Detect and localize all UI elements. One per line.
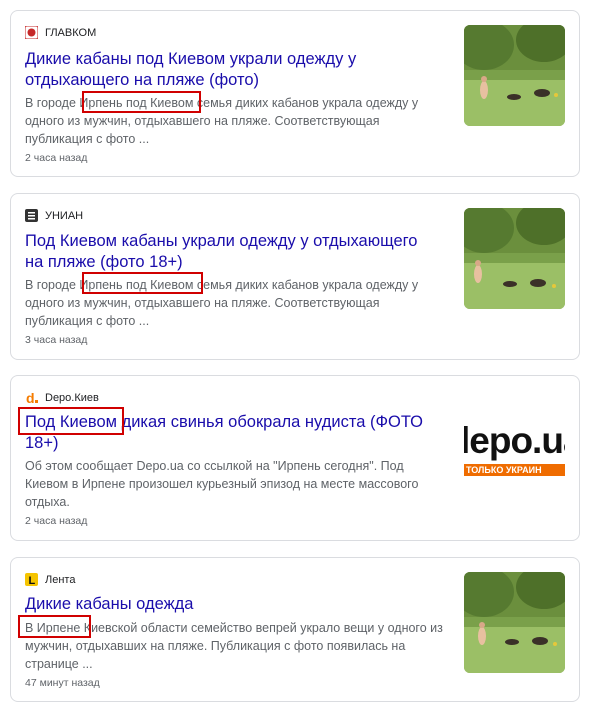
glavkom-logo-icon: [24, 25, 39, 40]
depo-logo-tagline: ТОЛЬКО УКРАИН: [464, 464, 565, 476]
boar-photo-thumbnail[interactable]: [464, 572, 565, 673]
timestamp: 3 часа назад: [25, 334, 88, 346]
unian-logo-icon: [25, 209, 38, 222]
article-snippet: В городе Ирпень под Киевом семья диких к…: [25, 96, 419, 146]
depo-logo-icon: d: [25, 390, 38, 406]
source-row: L Лента: [25, 573, 75, 587]
article-title[interactable]: Дикие кабаны одежда: [25, 594, 440, 615]
source-name[interactable]: Depo.Киев: [45, 392, 99, 404]
timestamp: 2 часа назад: [25, 515, 88, 527]
source-name[interactable]: ГЛАВКОМ: [45, 27, 96, 39]
article-snippet: Об этом сообщает Depo.ua со ссылкой на "…: [25, 459, 419, 509]
depo-logo-text: lepo.ua: [464, 420, 565, 461]
source-row: УНИАН: [25, 209, 83, 222]
news-card[interactable]: L Лента Дикие кабаны одежда В Ирпене Кие…: [10, 557, 580, 702]
depo-logo-thumbnail[interactable]: lepo.ua ТОЛЬКО УКРАИН: [464, 390, 565, 491]
source-name[interactable]: УНИАН: [45, 210, 83, 222]
source-name[interactable]: Лента: [45, 574, 75, 586]
news-card[interactable]: d Depo.Киев Под Киевом дикая свинья обок…: [10, 375, 580, 541]
article-title[interactable]: Под Киевом кабаны украли одежду у отдыха…: [25, 231, 440, 273]
svg-text:L: L: [29, 575, 36, 586]
article-title[interactable]: Дикие кабаны под Киевом украли одежду у …: [25, 49, 440, 91]
news-card[interactable]: УНИАН Под Киевом кабаны украли одежду у …: [10, 193, 580, 360]
lenta-logo-icon: L: [25, 573, 38, 587]
article-snippet: В городе Ирпень под Киевом семья диких к…: [25, 278, 419, 328]
article-snippet: В Ирпене Киевской области семейство вепр…: [25, 621, 443, 671]
timestamp: 47 минут назад: [25, 677, 100, 689]
boar-photo-thumbnail[interactable]: [464, 25, 565, 126]
source-row: ГЛАВКОМ: [24, 25, 96, 40]
timestamp: 2 часа назад: [25, 152, 88, 164]
source-row: d Depo.Киев: [25, 390, 99, 406]
svg-text:d: d: [26, 391, 35, 404]
boar-photo-thumbnail[interactable]: [464, 208, 565, 309]
news-card[interactable]: ГЛАВКОМ Дикие кабаны под Киевом украли о…: [10, 10, 580, 177]
article-title[interactable]: Под Киевом дикая свинья обокрала нудиста…: [25, 412, 440, 454]
